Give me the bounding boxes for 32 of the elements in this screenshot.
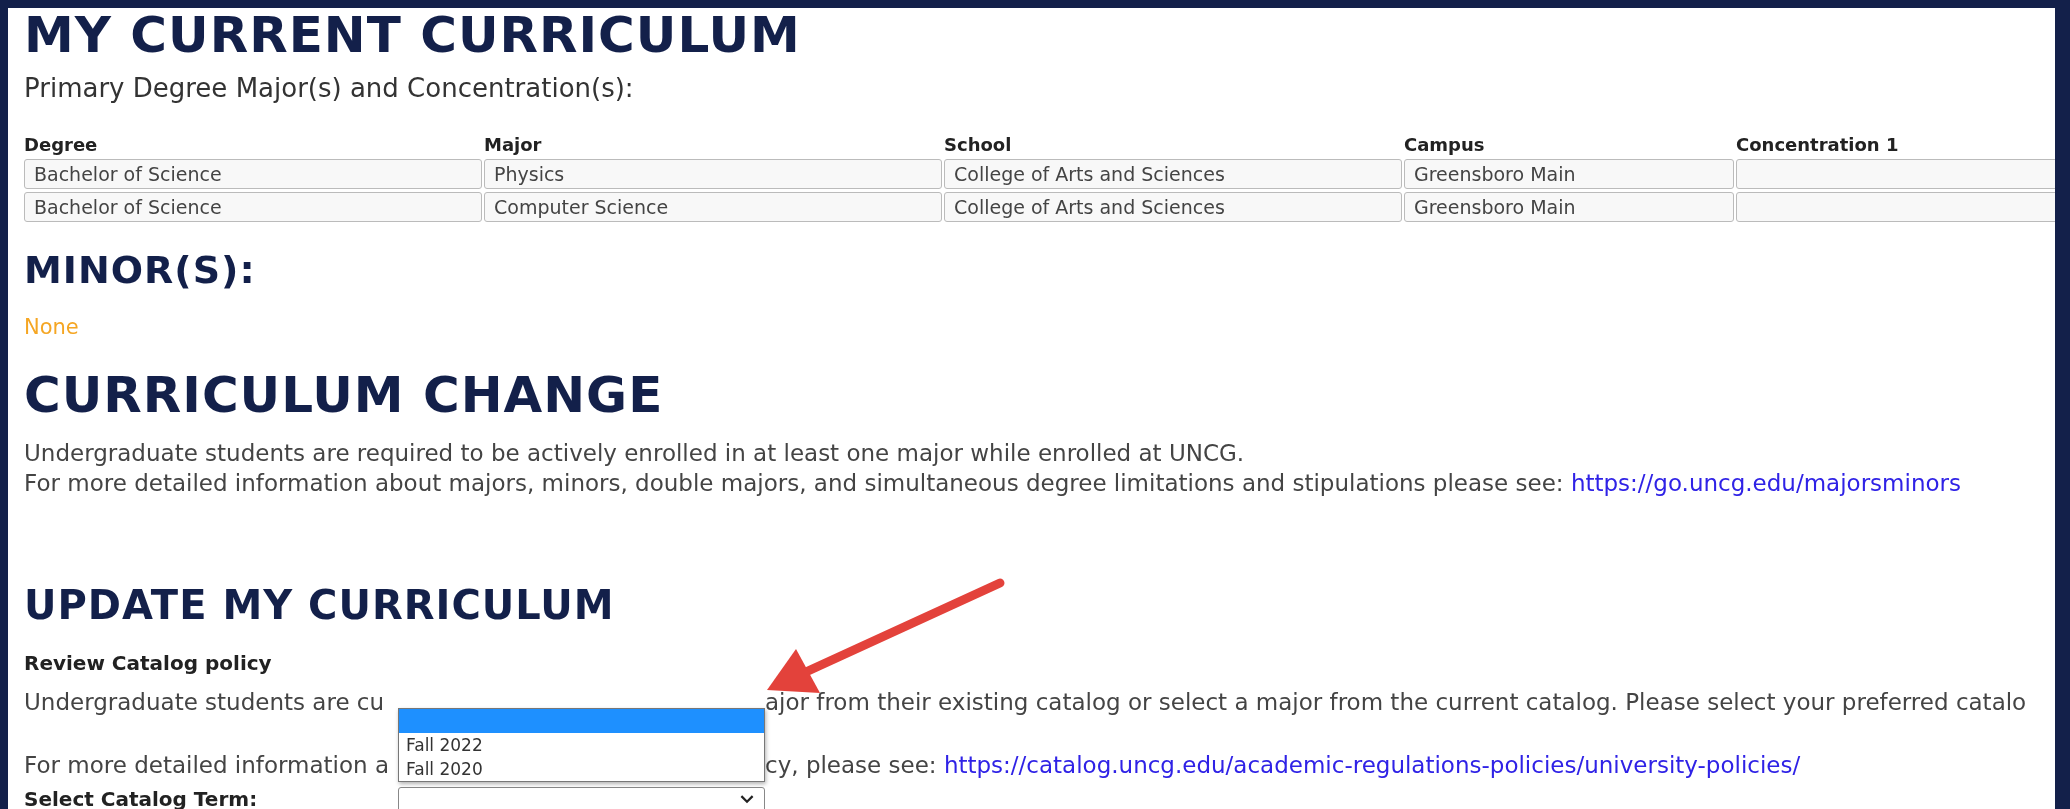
table-cell: Physics (484, 159, 942, 189)
catalog-term-select[interactable] (398, 786, 765, 809)
table-cell: Bachelor of Science (24, 159, 482, 189)
page-heading: MY CURRENT CURRICULUM (24, 8, 802, 62)
link[interactable]: https://catalog.uncg.edu/academic-regulations-policies/university-policies/ (943, 752, 1801, 778)
dropdown-option[interactable]: Fall 2020 (399, 756, 764, 781)
table-cell: Bachelor of Science (24, 192, 482, 222)
column-header: Concentration 1 (1736, 134, 1900, 156)
column-header: School (944, 134, 1013, 156)
column-header: Campus (1404, 134, 1486, 156)
subheading: Review Catalog policy (24, 650, 273, 676)
chevron-down-icon (740, 794, 754, 804)
table-cell: College of Arts and Sciences (944, 192, 1402, 222)
section-heading: UPDATE MY CURRICULUM (24, 582, 616, 628)
minors-value: None (24, 314, 80, 340)
section-subtitle: Primary Degree Major(s) and Concentration(s): (24, 72, 635, 104)
column-header: Major (484, 134, 543, 156)
table-cell: Greensboro Main (1404, 192, 1734, 222)
body-text: For more detailed information a (24, 751, 390, 780)
body-text: Undergraduate students are required to be actively enrolled in at least one major while enrolled at UNCG. (24, 439, 1246, 468)
table-cell: Greensboro Main (1404, 159, 1734, 189)
table-cell: College of Arts and Sciences (944, 159, 1402, 189)
body-text: ajor from their existing catalog or select a major from the current catalog. Please select your preferred catalo (765, 688, 2028, 717)
dropdown-option[interactable]: Fall 2022 (399, 732, 764, 757)
section-heading: CURRICULUM CHANGE (24, 367, 665, 423)
body-text: Undergraduate students are cu (24, 688, 386, 717)
column-header: Degree (24, 134, 99, 156)
table-cell: Computer Science (484, 192, 942, 222)
section-heading: MINOR(S): (24, 248, 257, 292)
body-text: cy, please see: (765, 752, 937, 778)
body-text: For more detailed information about majors, minors, double majors, and simultaneous degree limitations and stipulations please see: (24, 470, 1564, 496)
link[interactable]: https://go.uncg.edu/majorsminors (1570, 470, 1961, 496)
